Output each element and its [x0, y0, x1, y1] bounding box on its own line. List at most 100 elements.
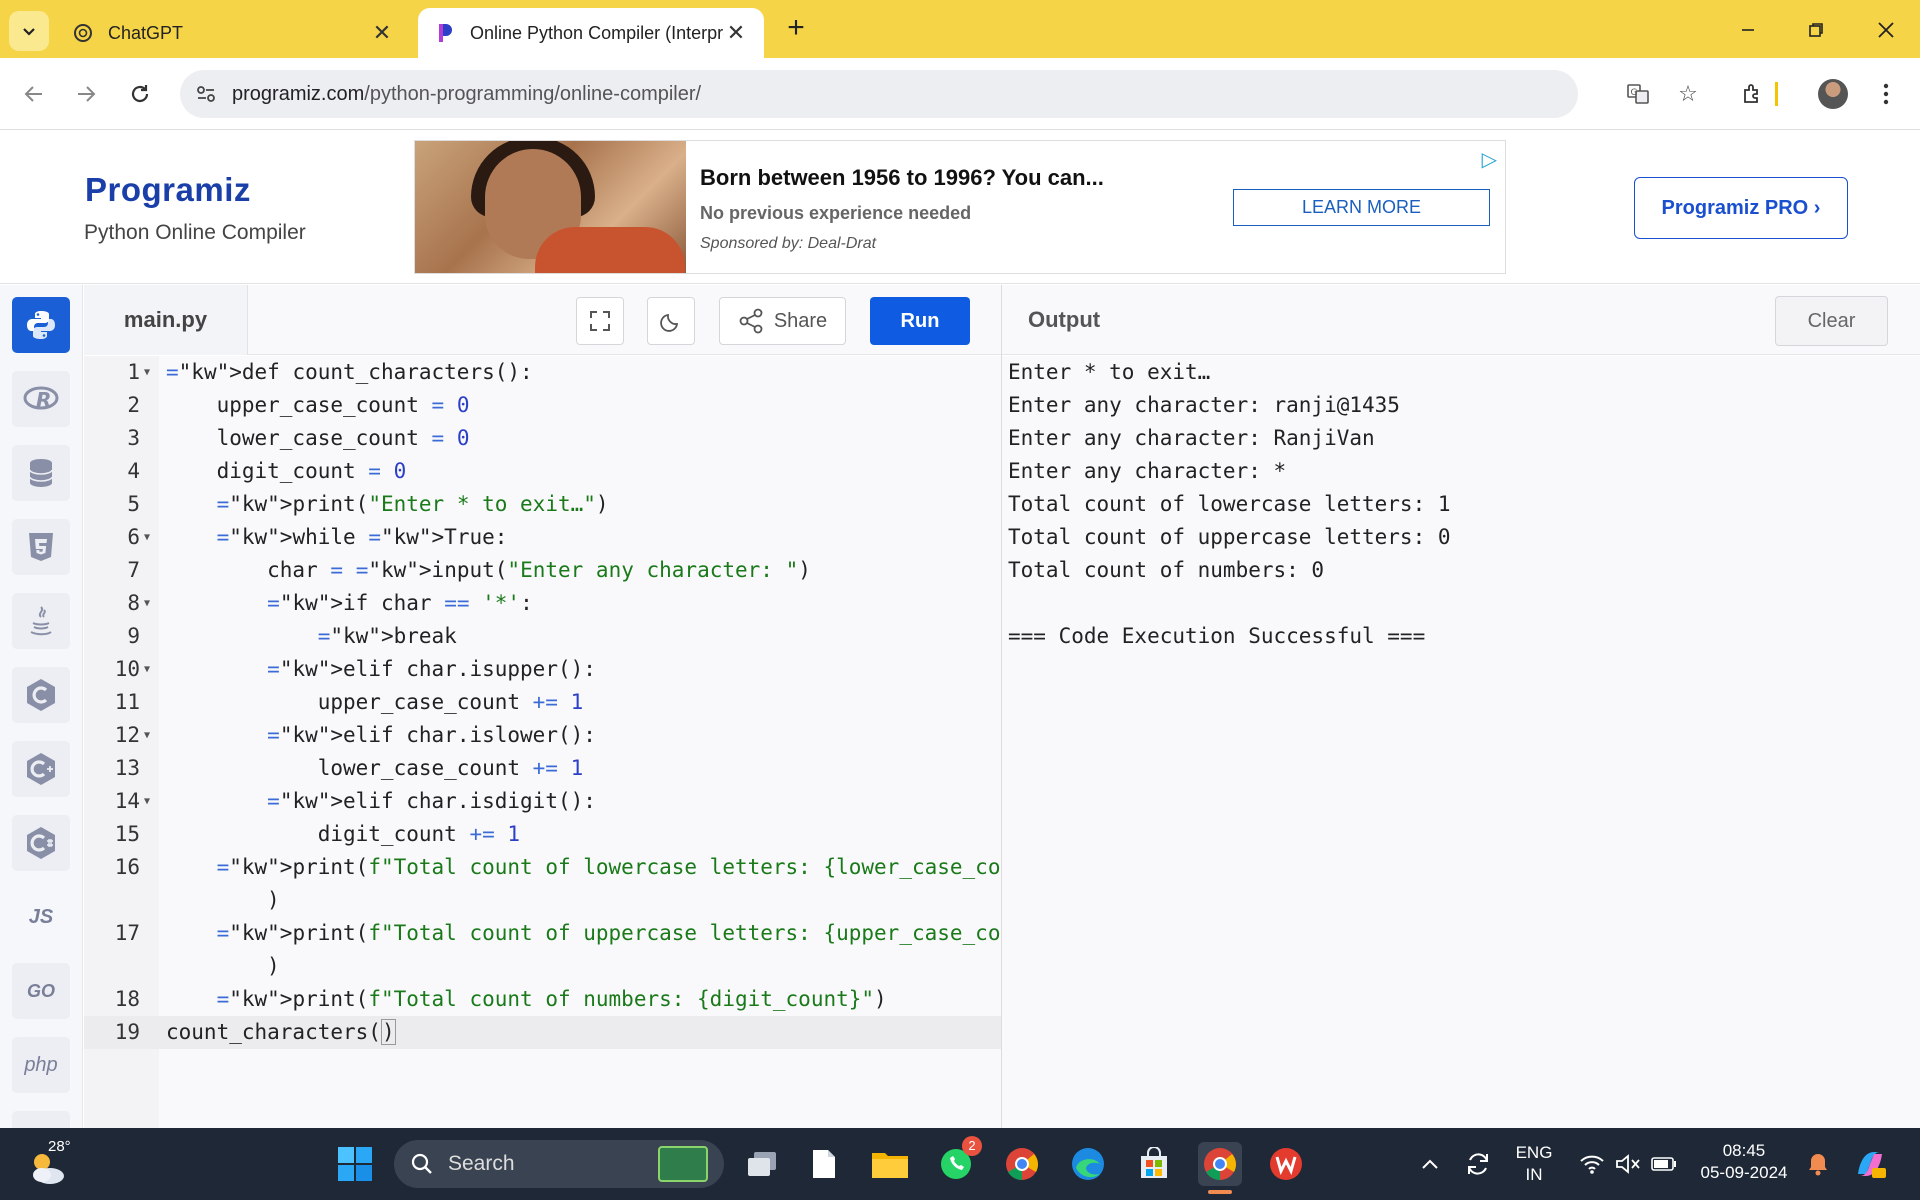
code-line[interactable]: 15 digit_count += 1 — [84, 818, 1001, 851]
restore-icon[interactable] — [1796, 10, 1836, 50]
line-number: 11 — [114, 690, 140, 714]
share-button[interactable]: Share — [719, 297, 846, 345]
whatsapp-icon[interactable]: 2 — [934, 1136, 982, 1186]
output-line: Total count of uppercase letters: 0 — [1008, 525, 1451, 549]
ad-subtext: No previous experience needed — [700, 203, 972, 223]
fold-arrow-icon[interactable]: ▼ — [144, 356, 156, 389]
code-line[interactable]: 16 ="kw">print(f"Total count of lowercas… — [84, 851, 1064, 884]
adchoices-icon[interactable]: ▷ — [1482, 147, 1497, 172]
code-line[interactable]: 8 ▼ ="kw">if char == '*': — [84, 587, 1001, 620]
sync-icon[interactable] — [1456, 1142, 1500, 1186]
clear-button[interactable]: Clear — [1775, 296, 1888, 346]
code-line[interactable]: 18 ="kw">print(f"Total count of numbers:… — [84, 983, 1001, 1016]
code-editor[interactable]: 1 ▼ ="kw">def count_characters(): 2 upper_c… — [84, 356, 1064, 1128]
wps-office-icon[interactable] — [1264, 1142, 1308, 1186]
code-line[interactable]: 2 upper_case_count = 0 — [84, 389, 1001, 422]
lang-java-button[interactable] — [12, 593, 70, 649]
lang-cpp-button[interactable] — [12, 741, 70, 797]
close-window-icon[interactable] — [1866, 10, 1906, 50]
programiz-pro-button[interactable]: Programiz PRO › — [1634, 177, 1848, 239]
lang-r-button[interactable]: R — [12, 371, 70, 427]
code-line-wrap[interactable]: ) — [84, 950, 1001, 983]
fold-arrow-icon[interactable]: ▼ — [144, 719, 156, 752]
code-text: ="kw">elif char.islower(): — [267, 723, 596, 747]
lang-html-button[interactable] — [12, 519, 70, 575]
system-clock[interactable]: 08:45 05-09-2024 — [1696, 1140, 1792, 1184]
code-line[interactable]: 11 upper_case_count += 1 — [84, 686, 1001, 719]
weather-widget[interactable]: 28° — [24, 1136, 84, 1192]
lang-go-button[interactable]: GO — [12, 963, 70, 1019]
lang-js-button[interactable]: JS — [12, 889, 70, 945]
bookmark-star-icon[interactable]: ☆ — [1668, 70, 1708, 118]
lang-more-button[interactable] — [12, 1111, 70, 1128]
back-icon[interactable] — [14, 74, 54, 114]
file-tab-main[interactable]: main.py — [84, 285, 248, 355]
lang-python-button[interactable] — [12, 297, 70, 353]
tab-chatgpt[interactable]: ChatGPT ✕ — [56, 8, 410, 58]
dark-mode-button[interactable] — [647, 297, 695, 345]
code-line[interactable]: 7 char = ="kw">input("Enter any characte… — [84, 554, 1001, 587]
fold-arrow-icon[interactable]: ▼ — [144, 587, 156, 620]
battery-icon[interactable] — [1642, 1142, 1686, 1186]
code-line[interactable]: 19 count_characters() — [84, 1016, 1001, 1049]
chrome-icon[interactable] — [1000, 1142, 1044, 1186]
code-line[interactable]: 5 ="kw">print("Enter * to exit…") — [84, 488, 1001, 521]
minimize-icon[interactable] — [1728, 10, 1768, 50]
lang-php-button[interactable]: php — [12, 1037, 70, 1093]
close-icon[interactable]: ✕ — [370, 20, 394, 46]
lang-csharp-button[interactable] — [12, 815, 70, 871]
forward-icon[interactable] — [66, 74, 106, 114]
run-button[interactable]: Run — [870, 297, 970, 345]
tab-programiz[interactable]: Online Python Compiler (Interpreter) ✕ — [418, 8, 764, 58]
code-line[interactable]: 14 ▼ ="kw">elif char.isdigit(): — [84, 785, 1001, 818]
code-line[interactable]: 4 digit_count = 0 — [84, 455, 1001, 488]
lang-c-button[interactable] — [12, 667, 70, 723]
code-line[interactable]: 10 ▼ ="kw">elif char.isupper(): — [84, 653, 1001, 686]
tab-search-button[interactable] — [9, 11, 49, 51]
code-line[interactable]: 12 ▼ ="kw">elif char.islower(): — [84, 719, 1001, 752]
chrome-active-icon[interactable] — [1198, 1142, 1242, 1194]
database-icon — [29, 459, 53, 487]
file-explorer-icon[interactable] — [868, 1142, 912, 1186]
translate-icon[interactable]: G — [1618, 70, 1658, 118]
code-line[interactable]: 1 ▼ ="kw">def count_characters(): — [84, 356, 1001, 389]
microsoft-store-icon[interactable] — [1132, 1142, 1176, 1186]
ad-learn-more-button[interactable]: LEARN MORE — [1233, 189, 1490, 226]
extensions-icon[interactable] — [1733, 74, 1773, 114]
code-line[interactable]: 6 ▼ ="kw">while ="kw">True: — [84, 521, 1001, 554]
file-icon[interactable] — [802, 1142, 846, 1186]
fullscreen-button[interactable] — [576, 297, 624, 345]
code-line[interactable]: 17 ="kw">print(f"Total count of uppercas… — [84, 917, 1064, 950]
code-line-wrap[interactable]: ) — [84, 884, 1001, 917]
edge-icon[interactable] — [1066, 1142, 1110, 1186]
reload-icon[interactable] — [120, 74, 160, 114]
code-line[interactable]: 3 lower_case_count = 0 — [84, 422, 1001, 455]
code-line[interactable]: 9 ="kw">break — [84, 620, 1001, 653]
output-console[interactable]: Enter * to exit… Enter any character: ran… — [1002, 356, 1920, 1128]
code-line[interactable]: 13 lower_case_count += 1 — [84, 752, 1001, 785]
line-number: 19 — [114, 1020, 140, 1044]
input-language[interactable]: ENG IN — [1508, 1142, 1560, 1186]
profile-avatar[interactable] — [1813, 74, 1853, 114]
fold-arrow-icon[interactable]: ▼ — [144, 653, 156, 686]
lang-sql-button[interactable] — [12, 445, 70, 501]
programiz-logo[interactable]: Programiz — [85, 171, 251, 209]
tray-chevron-up-icon[interactable] — [1408, 1142, 1452, 1186]
notification-bell-icon[interactable] — [1796, 1142, 1840, 1186]
address-bar[interactable]: programiz.com/python-programming/online-… — [180, 70, 1698, 118]
menu-kebab-icon[interactable] — [1866, 74, 1906, 114]
new-tab-button[interactable]: + — [780, 13, 812, 45]
code-text: upper_case_count += 1 — [166, 690, 584, 714]
site-info-icon[interactable] — [180, 83, 232, 105]
fold-arrow-icon[interactable]: ▼ — [144, 785, 156, 818]
advertisement-banner[interactable]: Born between 1956 to 1996? You can... No… — [414, 140, 1506, 274]
start-button[interactable] — [333, 1142, 377, 1186]
task-view-icon[interactable] — [740, 1142, 784, 1186]
line-number: 5 — [127, 492, 140, 516]
copilot-icon[interactable] — [1848, 1142, 1892, 1186]
taskbar-search[interactable]: Search — [394, 1140, 724, 1188]
fold-arrow-icon[interactable]: ▼ — [144, 521, 156, 554]
close-icon[interactable]: ✕ — [724, 20, 748, 46]
line-number: 3 — [127, 426, 140, 450]
output-line: Enter * to exit… — [1008, 360, 1211, 384]
